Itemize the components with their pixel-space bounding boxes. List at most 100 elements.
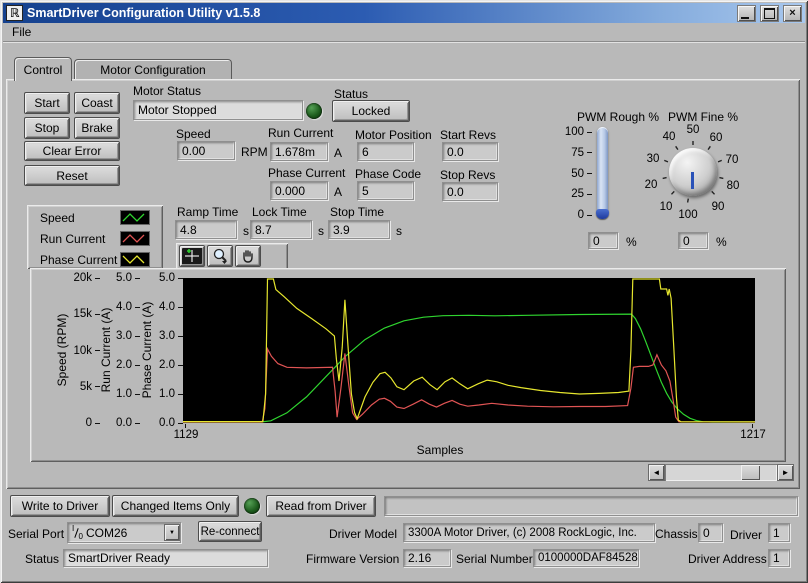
legend-speed-label[interactable]: Speed	[40, 211, 75, 225]
clear-error-button[interactable]: Clear Error	[24, 141, 120, 161]
graph-cursor-tool-button[interactable]	[179, 245, 205, 267]
serial-port-label: Serial Port	[8, 527, 65, 541]
read-from-driver-button[interactable]: Read from Driver	[266, 495, 376, 517]
changed-items-only-button[interactable]: Changed Items Only	[112, 495, 239, 517]
start-revs-label: Start Revs	[440, 128, 497, 142]
serial-number-label: Serial Number	[456, 552, 533, 566]
lock-time-field[interactable]: 8.7	[250, 220, 312, 239]
brake-button[interactable]: Brake	[74, 117, 120, 139]
legend-phase-current-label[interactable]: Phase Current	[40, 253, 117, 267]
knob-label: 100	[678, 209, 698, 221]
chart-scrollbar-track[interactable]	[665, 464, 777, 481]
driver-model-label: Driver Model	[328, 527, 397, 541]
io-icon: I0	[72, 523, 83, 541]
pwm-rough-slider-thumb[interactable]	[596, 209, 609, 219]
legend-run-current-swatch[interactable]	[120, 231, 150, 246]
firmware-version-field: 2.16	[403, 549, 451, 567]
speed-axis-ticks: 20k 15k 10k 5k 0	[38, 272, 100, 429]
stop-time-unit: s	[396, 224, 402, 238]
scroll-right-icon: ►	[781, 467, 790, 477]
phase-current-field: 0.000	[270, 181, 328, 200]
graph-palette	[176, 243, 288, 270]
phase-code-label: Phase Code	[355, 167, 422, 181]
serial-port-combo[interactable]: I0 COM26 ▼	[67, 522, 181, 543]
hand-icon	[243, 250, 253, 263]
start-button[interactable]: Start	[24, 92, 70, 114]
reconnect-button[interactable]: Re-connect	[198, 521, 262, 542]
lock-time-label: Lock Time	[252, 205, 307, 219]
ramp-time-field[interactable]: 4.8	[175, 220, 237, 239]
pwm-rough-slider-track[interactable]	[597, 127, 608, 217]
plot-legend: Speed Run Current Phase Current	[27, 205, 163, 269]
message-bar	[384, 496, 798, 516]
driver-address-field: 1	[768, 549, 790, 567]
knob-label: 30	[646, 153, 660, 165]
pwm-fine-unit: %	[716, 235, 727, 249]
legend-run-current-label[interactable]: Run Current	[40, 232, 105, 246]
knob-label: 60	[709, 132, 723, 144]
graph-zoom-tool-button[interactable]	[207, 245, 233, 267]
chart-scrollbar-thumb[interactable]	[741, 465, 760, 480]
stop-revs-field[interactable]: 0.0	[442, 182, 498, 201]
pwm-fine-value-field[interactable]: 0	[678, 232, 708, 249]
stop-time-field[interactable]: 3.9	[328, 220, 390, 239]
x-min-label: 1129	[173, 429, 199, 441]
motor-status-led	[306, 103, 322, 119]
start-revs-field[interactable]: 0.0	[442, 142, 498, 161]
waveform-chart: Speed (RPM) Run Current (A) Phase Curren…	[30, 268, 786, 462]
status-field: SmartDriver Ready	[63, 549, 268, 567]
stop-button[interactable]: Stop	[24, 117, 70, 139]
knob-label: 90	[711, 201, 725, 213]
lock-time-unit: s	[318, 224, 324, 238]
graph-pan-tool-button[interactable]	[235, 245, 261, 267]
knob-label: 20	[644, 179, 658, 191]
run-current-axis-ticks: 5.0 4.0 3.0 2.0 1.0 0.0	[102, 272, 140, 429]
phase-current-axis-ticks: 5.0 4.0 3.0 2.0 1.0 0.0	[145, 272, 183, 429]
driver-address-label: Driver Address	[688, 552, 767, 566]
pwm-rough-unit: %	[626, 235, 637, 249]
pwm-fine-knob[interactable]: 50 40 60 30 70 20 80 10 90 100	[644, 122, 744, 224]
serial-number-field: 0100000DAF84528A	[533, 549, 639, 567]
motor-status-field: Motor Stopped	[133, 100, 303, 120]
legend-speed-swatch[interactable]	[120, 210, 150, 225]
pwm-rough-value-field[interactable]: 0	[588, 232, 618, 249]
phase-code-field: 5	[357, 181, 414, 200]
speed-label: Speed	[176, 127, 211, 141]
reset-button[interactable]: Reset	[24, 165, 120, 186]
motor-position-label: Motor Position	[355, 128, 432, 142]
knob-needle	[691, 172, 694, 189]
ramp-time-unit: s	[243, 224, 249, 238]
motor-status-label: Motor Status	[133, 84, 202, 98]
knob-label: 40	[662, 131, 676, 143]
coast-button[interactable]: Coast	[74, 92, 120, 114]
x-tick-right	[752, 424, 753, 428]
stop-revs-label: Stop Revs	[440, 168, 496, 182]
pwm-rough-scale: 100 75 50 25 0	[564, 126, 592, 221]
chevron-down-icon: ▼	[169, 529, 175, 536]
plot-area	[183, 278, 755, 423]
serial-port-dropdown-button[interactable]: ▼	[164, 524, 180, 541]
knob-label: 80	[726, 180, 740, 192]
locked-toggle-button[interactable]: Locked	[332, 100, 410, 122]
speed-field: 0.00	[177, 141, 235, 160]
driver-label: Driver	[730, 528, 762, 542]
run-current-label: Run Current	[268, 126, 334, 140]
phase-current-label: Phase Current	[268, 166, 346, 180]
knob-label: 70	[725, 154, 739, 166]
status-label: Status	[25, 552, 60, 566]
scroll-left-icon: ◄	[652, 467, 661, 477]
serial-port-value: COM26	[86, 525, 128, 540]
knob-label: 10	[659, 201, 673, 213]
chart-scroll-left-button[interactable]: ◄	[648, 464, 665, 481]
legend-phase-current-swatch[interactable]	[120, 252, 150, 267]
write-to-driver-button[interactable]: Write to Driver	[10, 495, 110, 517]
chassis-field: 0	[698, 523, 723, 542]
lock-status-label: Status	[334, 87, 369, 101]
driver-model-field: 3300A Motor Driver, (c) 2008 RockLogic, …	[403, 523, 655, 542]
magnifier-icon	[213, 248, 227, 264]
motor-position-field: 6	[357, 142, 414, 161]
x-tick-left	[185, 424, 186, 428]
chart-scroll-right-button[interactable]: ►	[777, 464, 794, 481]
knob-dial[interactable]	[669, 148, 717, 196]
run-current-unit: A	[334, 146, 343, 160]
